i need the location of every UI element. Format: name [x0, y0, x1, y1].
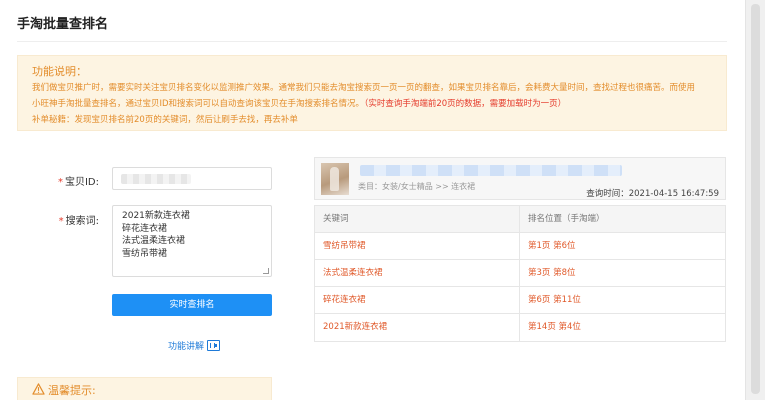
item-id-input[interactable]: [112, 167, 272, 190]
required-mark: *: [58, 216, 64, 227]
product-thumbnail[interactable]: [321, 163, 349, 195]
feature-guide-link-text[interactable]: 功能讲解: [168, 339, 204, 352]
feature-description-line: 补单秘籍：发现宝贝排名前20页的关键词，然后让刷手去找，再去补单: [32, 115, 298, 125]
feature-description-panel: 功能说明： 我们做宝贝推广时，需要实时关注宝贝排名变化以监测推广效果。通常我们只…: [17, 55, 727, 131]
item-id-label: * 宝贝ID:: [9, 173, 99, 188]
table-header-row: 关键词 排名位置（手淘端）: [315, 206, 725, 233]
check-ranking-button[interactable]: 实时查排名: [112, 294, 272, 316]
feature-description-line: 我们做宝贝推广时，需要实时关注宝贝排名变化以监测推广效果。通常我们只能去淘宝搜索…: [32, 83, 696, 93]
keyword-cell: 雪纺吊带裙: [315, 233, 520, 259]
product-title-redacted[interactable]: [360, 165, 622, 176]
keyword-line: 2021新款连衣裙: [122, 211, 190, 221]
feature-description-text: 小旺神手淘批量查排名，通过宝贝ID和搜索词可以自动查询该宝贝在手淘搜索排名情况。: [32, 99, 365, 109]
warning-icon: [32, 383, 45, 395]
keyword-cell: 法式温柔连衣裙: [315, 260, 520, 286]
page-title: 手淘批量查排名: [17, 17, 109, 32]
column-header-keyword: 关键词: [315, 206, 520, 232]
keyword-label: * 搜索词:: [9, 212, 99, 227]
product-info-card: 类目：女装/女士精品 >> 连衣裙 查询时间：2021-04-15 16:47:…: [314, 157, 726, 200]
keyword-line: 雪纺吊带裙: [122, 248, 168, 259]
keyword-line: 法式温柔连衣裙: [122, 236, 186, 246]
product-category: 类目：女装/女士精品 >> 连衣裙: [358, 182, 476, 191]
table-row: 碎花连衣裙 第6页 第11位: [315, 287, 725, 314]
title-divider: [17, 41, 727, 42]
table-row: 2021新款连衣裙 第14页 第4位: [315, 314, 725, 341]
resize-handle-icon[interactable]: [263, 268, 269, 274]
table-row: 法式温柔连衣裙 第3页 第8位: [315, 260, 725, 287]
warm-tip-label: 温馨提示:: [48, 384, 96, 397]
position-cell: 第1页 第6位: [528, 241, 576, 251]
keyword-label-text: 搜索词:: [65, 216, 99, 227]
warm-tip-panel: 温馨提示:: [17, 377, 272, 400]
page: 手淘批量查排名 功能说明： 我们做宝贝推广时，需要实时关注宝贝排名变化以监测推广…: [0, 0, 745, 400]
keyword-cell: 碎花连衣裙: [315, 287, 520, 313]
position-cell: 第3页 第8位: [528, 268, 576, 278]
keyword-cell: 2021新款连衣裙: [315, 314, 520, 341]
feature-description-highlight: （实时查询手淘端前20页的数据，需要加载时为一页）: [364, 99, 567, 109]
scrollbar-thumb[interactable]: [751, 4, 760, 394]
item-id-label-text: 宝贝ID:: [64, 177, 99, 188]
ranking-table: 关键词 排名位置（手淘端） 雪纺吊带裙 第1页 第6位 法式温柔连衣裙 第3页 …: [314, 205, 726, 342]
required-mark: *: [57, 177, 63, 188]
feature-guide-link[interactable]: 功能讲解: [168, 339, 221, 352]
vertical-scrollbar[interactable]: [745, 0, 765, 400]
item-id-value-redacted: [121, 174, 191, 184]
query-time: 查询时间：2021-04-15 16:47:59: [586, 189, 719, 199]
position-cell: 第14页 第4位: [528, 322, 581, 332]
table-row: 雪纺吊带裙 第1页 第6位: [315, 233, 725, 260]
feature-description-heading: 功能说明：: [32, 65, 87, 78]
keyword-line: 碎花连衣裙: [122, 223, 168, 234]
position-cell: 第6页 第11位: [528, 295, 581, 305]
video-icon[interactable]: [207, 340, 221, 351]
feature-description-line: 小旺神手淘批量查排名，通过宝贝ID和搜索词可以自动查询该宝贝在手淘搜索排名情况。…: [32, 97, 566, 109]
column-header-position: 排名位置（手淘端）: [528, 214, 605, 224]
keyword-textarea[interactable]: 2021新款连衣裙 碎花连衣裙 法式温柔连衣裙 雪纺吊带裙: [112, 205, 272, 277]
